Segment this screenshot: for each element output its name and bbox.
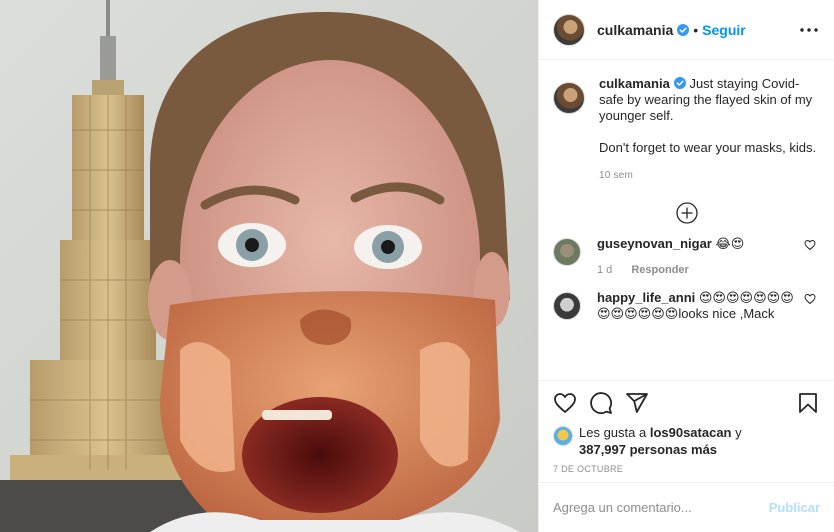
comment-item: happy_life_anni 😍😍😍😍😍😍😍😍😍😍😍😍😍looks nice … — [553, 290, 820, 322]
share-icon[interactable] — [625, 391, 649, 415]
likes-prefix: Les gusta a — [579, 425, 650, 440]
comment-item: guseynovan_nigar 😂😍 1 d Responder — [553, 236, 820, 278]
commenter-username[interactable]: guseynovan_nigar — [597, 236, 712, 251]
post-caption: culkamania Just staying Covid-safe by we… — [553, 76, 820, 184]
header-separator: • — [693, 21, 699, 38]
photo-illustration — [0, 0, 538, 532]
author-avatar[interactable] — [553, 13, 585, 46]
commenter-avatar[interactable] — [553, 292, 581, 320]
comment-age[interactable]: 1 d — [597, 264, 612, 276]
post-photo[interactable] — [0, 0, 538, 532]
post-panel: culkamania • Seguir culkamania Just stay… — [538, 0, 834, 532]
caption-age[interactable]: 10 sem — [599, 168, 820, 184]
comment-body: guseynovan_nigar 😂😍 1 d Responder — [597, 236, 797, 278]
comment-meta: 1 d Responder — [597, 262, 797, 278]
heart-icon[interactable] — [553, 391, 577, 415]
verified-icon — [677, 23, 690, 36]
post-actions — [539, 380, 834, 424]
publish-button[interactable]: Publicar — [769, 500, 820, 515]
caption-text-second: Don't forget to wear your masks, kids. — [599, 140, 817, 155]
liker-avatar[interactable] — [553, 426, 573, 446]
caption-avatar[interactable] — [553, 82, 585, 114]
comment-like-icon[interactable] — [804, 239, 816, 251]
follow-button[interactable]: Seguir — [702, 22, 746, 38]
bookmark-icon[interactable] — [796, 391, 820, 415]
caption-body: culkamania Just staying Covid-safe by we… — [599, 76, 820, 184]
liker-username[interactable]: los90satacan — [650, 425, 732, 440]
comments-section[interactable]: culkamania Just staying Covid-safe by we… — [539, 60, 834, 380]
post-date[interactable]: 7 DE OCTUBRE — [539, 458, 834, 482]
more-icon[interactable] — [798, 19, 820, 41]
reply-button[interactable]: Responder — [631, 264, 688, 276]
comment-input[interactable] — [553, 500, 769, 515]
likes-summary: Les gusta a los90satacan y 387,997 perso… — [539, 424, 834, 458]
author-username[interactable]: culkamania — [597, 22, 673, 38]
instagram-post: culkamania • Seguir culkamania Just stay… — [0, 0, 834, 532]
caption-username[interactable]: culkamania — [599, 76, 670, 91]
comment-body: happy_life_anni 😍😍😍😍😍😍😍😍😍😍😍😍😍looks nice … — [597, 290, 797, 322]
comment-text: 😂😍 — [715, 236, 745, 251]
likes-suffix: y — [731, 425, 742, 440]
likes-count[interactable]: 387,997 personas más — [579, 442, 717, 457]
comment-like-icon[interactable] — [804, 293, 816, 305]
post-header: culkamania • Seguir — [539, 0, 834, 60]
likes-text: Les gusta a los90satacan y 387,997 perso… — [579, 424, 742, 458]
comment-icon[interactable] — [589, 391, 613, 415]
add-circle-icon[interactable] — [675, 202, 698, 224]
verified-icon — [673, 77, 686, 89]
commenter-avatar[interactable] — [553, 238, 581, 266]
commenter-username[interactable]: happy_life_anni — [597, 290, 695, 305]
add-comment-bar: Publicar — [539, 482, 834, 532]
load-more-comments-button[interactable] — [553, 202, 820, 224]
